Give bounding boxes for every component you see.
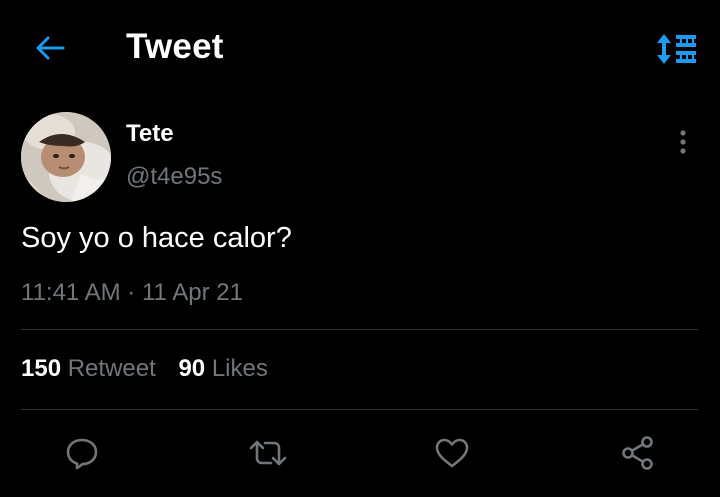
likes-count: 90 [178,355,206,382]
retweet-icon [249,440,287,466]
back-button[interactable] [30,30,70,66]
tweet-date: 11 Apr 21 [141,279,243,306]
arrow-left-icon [36,36,65,60]
share-icon [622,436,653,470]
tweet-text: Soy yo o hace calor? [21,222,292,254]
sort-list-icon [657,34,696,64]
author-display-name[interactable]: Tete [126,120,174,148]
divider [21,329,698,330]
likes-label: Likes [211,355,268,382]
divider [21,409,698,410]
more-options-button[interactable] [668,126,698,158]
author-handle[interactable]: @t4e95s [126,163,222,191]
avatar[interactable] [21,112,111,202]
tweet-timestamp: 11:41 AM · 11 Apr 21 [21,279,243,307]
tweet-time: 11:41 AM [21,279,121,306]
top-app-bar: Tweet [0,0,720,96]
retweets-count: 150 [21,355,62,382]
reply-button[interactable] [62,433,102,473]
retweets-stat[interactable]: 150 Retweet [21,355,156,383]
more-vertical-icon [680,130,686,154]
tweet-stats: 150 Retweet 90 Likes [21,355,268,383]
page-title: Tweet [126,27,224,66]
retweets-label: Retweet [67,355,156,382]
meta-separator: · [120,279,142,306]
profile-photo [21,112,111,202]
like-button[interactable] [432,433,472,473]
likes-stat[interactable]: 90 Likes [178,355,267,383]
share-button[interactable] [618,433,658,473]
retweet-button[interactable] [248,433,288,473]
like-heart-icon [435,438,469,468]
tweet-actions-bar [0,425,720,481]
reply-icon [66,438,98,470]
sort-button[interactable] [652,30,702,68]
